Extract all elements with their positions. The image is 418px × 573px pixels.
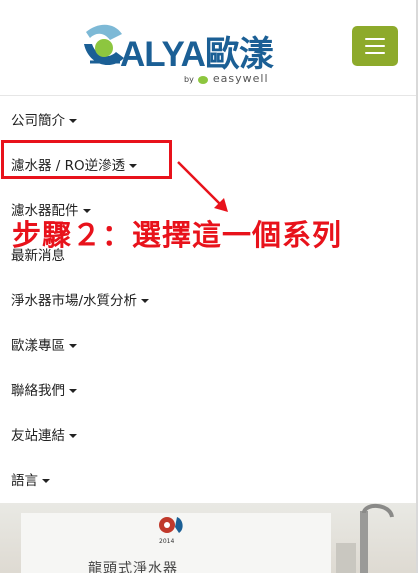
- caret-down-icon: [69, 344, 77, 348]
- nav-item-label: 聯絡我們: [11, 383, 65, 399]
- faucet-product-icon: [336, 504, 394, 573]
- logo-brand: easywell: [212, 72, 269, 85]
- banner-title: 龍頭式淨水器: [88, 561, 178, 573]
- logo-by: by: [184, 75, 194, 84]
- annotation-arrow-icon: [177, 161, 228, 212]
- nav-item-label: 淨水器市場/水質分析: [11, 293, 138, 309]
- hamburger-bar-icon: [365, 52, 385, 54]
- nav-item-alya-zone[interactable]: 歐漾專區: [11, 334, 77, 354]
- nav-item-about[interactable]: 公司簡介: [11, 109, 77, 129]
- logo-subtitle: by easywell: [184, 72, 269, 85]
- nav-item-label: 語言: [11, 473, 38, 489]
- logo-text: ALYA歐漾: [120, 35, 274, 74]
- caret-down-icon: [141, 299, 150, 303]
- nav-item-market-analysis[interactable]: 淨水器市場/水質分析: [11, 289, 150, 309]
- nav-item-label: 友站連結: [11, 428, 65, 444]
- product-banner[interactable]: 2014 龍頭式淨水器: [0, 503, 416, 573]
- site-header: ALYA歐漾 by easywell: [0, 0, 416, 96]
- caret-down-icon: [69, 389, 77, 393]
- brand-logo[interactable]: ALYA歐漾 by easywell: [80, 22, 280, 90]
- annotation-highlight-box: [1, 140, 172, 179]
- hamburger-bar-icon: [365, 38, 385, 40]
- certification-badge-icon: [159, 517, 183, 533]
- nav-item-label: 公司簡介: [11, 113, 65, 129]
- cert-year: 2014: [159, 538, 175, 545]
- easywell-dot-icon: [198, 75, 209, 84]
- hamburger-bar-icon: [365, 45, 385, 47]
- annotation-step-text: 步驟２：選擇這一個系列: [12, 218, 343, 252]
- nav-item-language[interactable]: 語言: [11, 469, 50, 489]
- caret-down-icon: [42, 479, 50, 483]
- nav-item-links[interactable]: 友站連結: [11, 424, 77, 444]
- nav-item-contact[interactable]: 聯絡我們: [11, 379, 77, 399]
- hamburger-menu-button[interactable]: [352, 26, 398, 66]
- caret-down-icon: [69, 434, 77, 438]
- nav-item-label: 歐漾專區: [11, 338, 65, 354]
- caret-down-icon: [69, 119, 77, 123]
